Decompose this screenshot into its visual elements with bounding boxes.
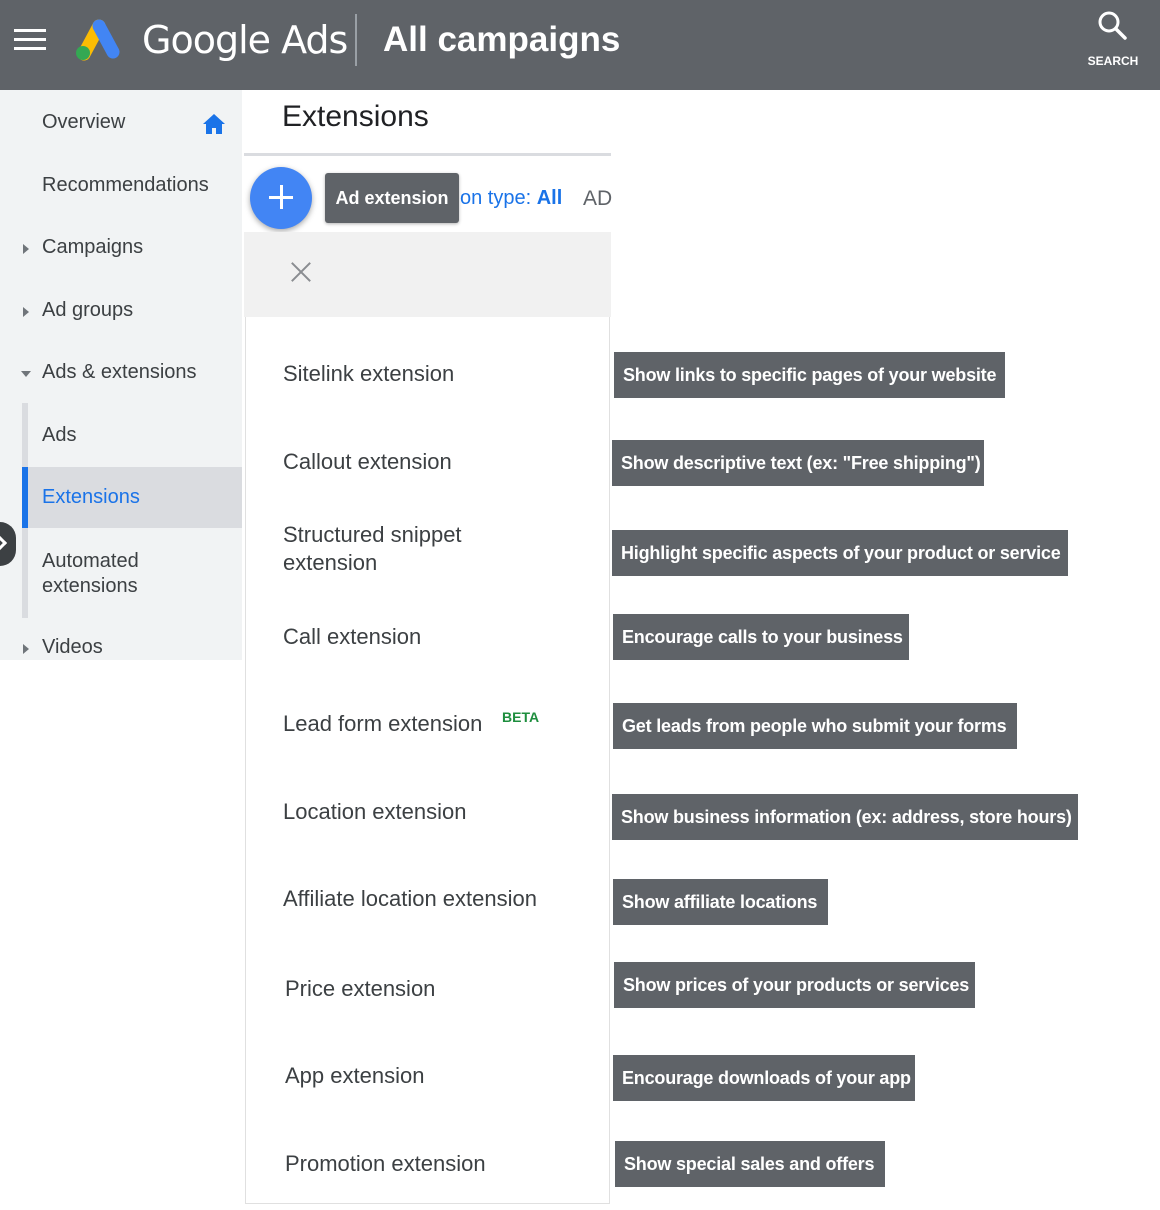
fab-tooltip: Ad extension <box>325 173 459 223</box>
close-icon[interactable] <box>286 259 316 287</box>
menu-item-sitelink-extension[interactable]: Sitelink extension <box>283 360 454 388</box>
sidebar-item-label: Ads & extensions <box>42 361 197 383</box>
filter-prefix: on type: <box>460 187 537 209</box>
menu-item-location-extension[interactable]: Location extension <box>283 798 466 826</box>
sidebar-item-label: Recommendations <box>42 174 209 196</box>
product-name: Google Ads <box>142 18 348 62</box>
sidebar-item-label: Videos <box>42 636 103 658</box>
menu-item-price-extension[interactable]: Price extension <box>285 975 435 1003</box>
description-tag: Show descriptive text (ex: "Free shippin… <box>612 440 984 486</box>
top-app-bar: Google Ads All campaigns SEARCH <box>0 0 1160 90</box>
filter-value: All <box>536 187 563 209</box>
sidebar-item-overview[interactable]: Overview <box>0 111 242 139</box>
sidebar-item-ad-groups[interactable]: Ad groups <box>0 299 242 327</box>
type-filter[interactable]: on type: All <box>460 187 562 210</box>
chevron-right-icon <box>23 644 29 654</box>
sidebar-item-label: Overview <box>42 111 126 133</box>
google-ads-logo <box>76 19 120 61</box>
title-divider <box>244 153 611 156</box>
chevron-right-icon <box>23 244 29 254</box>
chevron-down-icon <box>21 371 31 377</box>
description-tag: Encourage downloads of your app <box>613 1055 915 1101</box>
page-title: Extensions <box>282 100 429 133</box>
description-tag: Get leads from people who submit your fo… <box>613 703 1017 749</box>
description-tag: Show business information (ex: address, … <box>612 794 1078 840</box>
search-button[interactable]: SEARCH <box>1082 10 1144 72</box>
description-tag: Encourage calls to your business <box>613 614 909 660</box>
header-divider <box>355 14 357 66</box>
sidebar-item-videos[interactable]: Videos <box>0 636 242 664</box>
menu-item-structured-snippet-extension[interactable]: Structured snippet extension <box>283 521 523 577</box>
add-extension-button[interactable] <box>250 167 312 229</box>
description-tag: Show special sales and offers <box>615 1141 885 1187</box>
sidebar: Overview Recommendations Campaigns Ad gr… <box>0 90 242 660</box>
menu-item-call-extension[interactable]: Call extension <box>283 623 421 651</box>
column-header-fragment: AD <box>583 187 613 210</box>
menu-item-callout-extension[interactable]: Callout extension <box>283 448 452 476</box>
sidebar-item-campaigns[interactable]: Campaigns <box>0 236 242 264</box>
menu-icon[interactable] <box>14 29 46 51</box>
search-label: SEARCH <box>1087 54 1139 68</box>
sidebar-item-recommendations[interactable]: Recommendations <box>0 174 242 202</box>
sidebar-item-label: Ad groups <box>42 299 134 321</box>
description-tag: Show links to specific pages of your web… <box>614 352 1005 398</box>
description-tag: Highlight specific aspects of your produ… <box>612 530 1068 576</box>
description-tag: Show prices of your products or services <box>614 962 975 1008</box>
description-tag: Show affiliate locations <box>613 879 828 925</box>
sidebar-item-ads-extensions[interactable]: Ads & extensions <box>0 361 242 389</box>
sidebar-item-label: Campaigns <box>42 236 144 258</box>
chevron-right-icon <box>0 535 8 551</box>
sidebar-item-label: Automated extensions <box>42 550 139 597</box>
chevron-right-icon <box>23 307 29 317</box>
home-icon <box>203 114 225 134</box>
sidebar-item-extensions[interactable]: Extensions <box>0 486 242 514</box>
menu-item-affiliate-location-extension[interactable]: Affiliate location extension <box>283 885 537 913</box>
beta-badge: BETA <box>502 709 540 725</box>
sidebar-item-label: Extensions <box>42 486 140 508</box>
search-icon <box>1098 11 1127 40</box>
menu-item-lead-form-extension[interactable]: Lead form extension <box>283 710 482 738</box>
sidebar-item-ads[interactable]: Ads <box>0 424 242 452</box>
menu-item-app-extension[interactable]: App extension <box>285 1062 424 1090</box>
sidebar-item-automated-extensions[interactable]: Automated extensions <box>0 549 242 601</box>
menu-item-promotion-extension[interactable]: Promotion extension <box>285 1150 486 1178</box>
page-heading: All campaigns <box>383 20 621 59</box>
sidebar-item-label: Ads <box>42 424 77 446</box>
